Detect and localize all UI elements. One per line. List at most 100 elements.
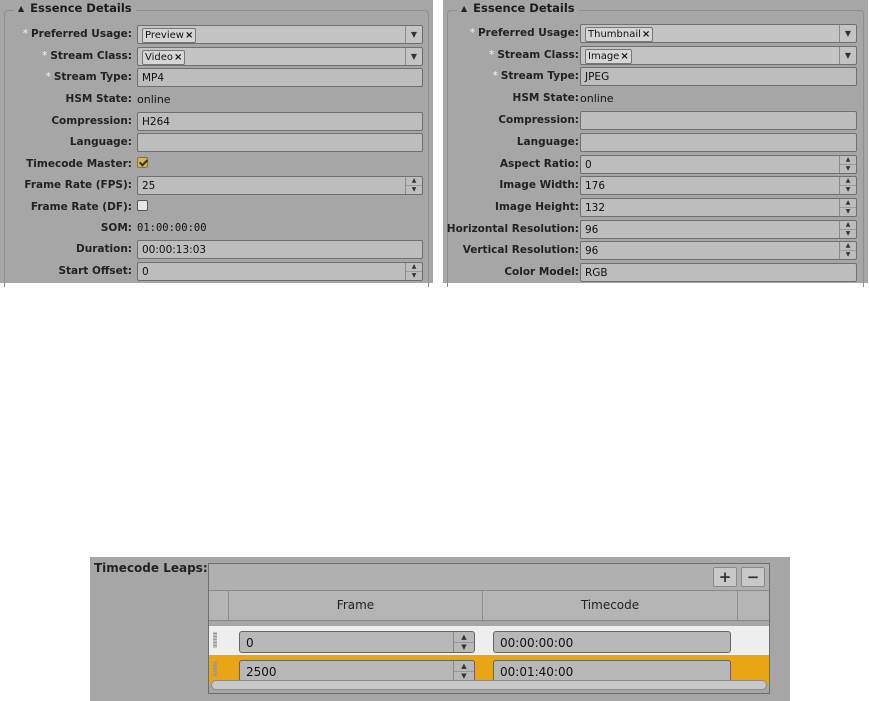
preferred-usage-row: * Preferred Usage: Preview× ▼ — [0, 25, 433, 45]
hsm-state-value: online — [580, 92, 614, 105]
spinner-arrows-icon[interactable]: ▲ ▼ — [453, 661, 474, 681]
image-width-spinner[interactable]: 176 ▲ ▼ — [580, 176, 857, 195]
required-marker: * — [22, 28, 28, 40]
handle-column-header — [209, 591, 228, 620]
hsm-state-row: HSM State: online — [0, 90, 433, 110]
spinner-arrows-icon[interactable]: ▲ ▼ — [839, 156, 856, 173]
horizontal-scrollbar[interactable] — [211, 680, 767, 690]
preferred-usage-token: Thumbnail× — [585, 27, 654, 42]
horizontal-resolution-row: Horizontal Resolution: 96 ▲ ▼ — [443, 220, 868, 240]
essence-details-panel-right: ▲ Essence Details * Preferred Usage: Thum… — [443, 0, 868, 287]
drag-handle-icon[interactable] — [213, 632, 217, 648]
color-model-field[interactable]: RGB — [580, 263, 857, 282]
section-title: Essence Details — [30, 1, 132, 15]
vertical-resolution-spinner[interactable]: 96 ▲ ▼ — [580, 241, 857, 260]
preferred-usage-combobox[interactable]: Preview× ▼ — [137, 25, 423, 44]
compression-field[interactable]: H264 — [137, 112, 423, 131]
timecode-master-checkbox[interactable] — [137, 157, 148, 168]
spinner-arrows-icon[interactable]: ▲ ▼ — [839, 242, 856, 259]
remove-leap-button[interactable]: − — [741, 567, 765, 587]
frame-rate-df-checkbox[interactable] — [137, 200, 148, 211]
image-height-spinner[interactable]: 132 ▲ ▼ — [580, 198, 857, 217]
chevron-down-icon[interactable]: ▼ — [839, 47, 856, 64]
spinner-arrows-icon[interactable]: ▲ ▼ — [405, 263, 422, 280]
spinner-arrows-icon[interactable]: ▲ ▼ — [839, 221, 856, 238]
stream-type-row: * Stream Type: MP4 — [0, 68, 433, 88]
add-leap-button[interactable]: + — [713, 567, 737, 587]
spinner-arrows-icon[interactable]: ▲ ▼ — [839, 199, 856, 216]
color-model-label: Color Model: — [504, 266, 579, 278]
stream-class-label: Stream Class: — [50, 50, 132, 62]
chevron-down-icon[interactable]: ▼ — [839, 25, 856, 42]
stream-type-field[interactable]: JPEG — [580, 67, 857, 86]
preferred-usage-combobox[interactable]: Thumbnail× ▼ — [580, 24, 857, 43]
x-icon[interactable]: × — [642, 29, 650, 40]
frame-spinner[interactable]: 0 ▲ ▼ — [239, 631, 475, 653]
x-icon[interactable]: × — [185, 30, 193, 41]
compression-field[interactable] — [580, 111, 857, 130]
horizontal-resolution-spinner[interactable]: 96 ▲ ▼ — [580, 220, 857, 239]
stream-class-row: * Stream Class: Image× ▼ — [443, 46, 868, 66]
essence-details-panel-left: ▲ Essence Details * Preferred Usage: Prev… — [0, 0, 433, 287]
image-width-row: Image Width: 176 ▲ ▼ — [443, 176, 868, 196]
timecode-field[interactable]: 00:00:00:00 — [493, 631, 731, 653]
chevron-down-icon[interactable]: ▼ — [405, 48, 422, 65]
chevron-down-icon[interactable]: ▼ — [405, 26, 422, 43]
color-model-row: Color Model: RGB — [443, 263, 868, 283]
start-offset-spinner[interactable]: 0 ▲ ▼ — [137, 262, 423, 281]
language-field[interactable] — [580, 133, 857, 152]
spacer-column-header — [737, 591, 769, 620]
duration-field[interactable]: 00:00:13:03 — [137, 240, 423, 259]
horizontal-resolution-label: Horizontal Resolution: — [446, 223, 579, 235]
stream-class-combobox[interactable]: Image× ▼ — [580, 46, 857, 65]
column-header-frame[interactable]: Frame — [228, 591, 482, 620]
language-label: Language: — [516, 136, 579, 148]
required-marker: * — [489, 49, 495, 61]
compression-label: Compression: — [498, 114, 579, 126]
stream-type-label: Stream Type: — [500, 70, 579, 82]
drag-handle-icon[interactable] — [213, 661, 217, 677]
stream-type-field[interactable]: MP4 — [137, 68, 423, 87]
frame-rate-spinner[interactable]: 25 ▲ ▼ — [137, 176, 423, 195]
timecode-leaps-label: Timecode Leaps: — [94, 561, 208, 575]
start-offset-label: Start Offset: — [58, 265, 132, 277]
essence-details-header[interactable]: ▲ Essence Details — [14, 1, 136, 15]
essence-details-header[interactable]: ▲ Essence Details — [457, 1, 579, 15]
timecode-field[interactable]: 00:01:40:00 — [493, 660, 731, 682]
som-value: 01:00:00:00 — [137, 222, 207, 234]
preferred-usage-label: Preferred Usage: — [477, 27, 579, 39]
spinner-arrows-icon[interactable]: ▲ ▼ — [839, 177, 856, 194]
frame-spinner[interactable]: 2500 ▲ ▼ — [239, 660, 475, 682]
timecode-master-label: Timecode Master: — [26, 158, 132, 170]
triangle-up-icon[interactable]: ▲ — [18, 4, 24, 13]
language-row: Language: — [443, 133, 868, 153]
x-icon[interactable]: × — [174, 52, 182, 63]
triangle-up-icon[interactable]: ▲ — [461, 4, 467, 13]
stream-class-combobox[interactable]: Video× ▼ — [137, 47, 423, 66]
aspect-ratio-label: Aspect Ratio: — [499, 158, 579, 170]
language-field[interactable] — [137, 133, 423, 152]
x-icon[interactable]: × — [620, 51, 628, 62]
compression-row: Compression: H264 — [0, 112, 433, 132]
duration-label: Duration: — [76, 243, 132, 255]
aspect-ratio-row: Aspect Ratio: 0 ▲ ▼ — [443, 155, 868, 175]
frame-rate-df-row: Frame Rate (DF): — [0, 198, 433, 218]
stream-class-row: * Stream Class: Video× ▼ — [0, 47, 433, 67]
required-marker: * — [45, 71, 51, 83]
hsm-state-value: online — [137, 93, 171, 106]
compression-label: Compression: — [51, 115, 132, 127]
hsm-state-row: HSM State: online — [443, 89, 868, 109]
aspect-ratio-spinner[interactable]: 0 ▲ ▼ — [580, 155, 857, 174]
required-marker: * — [42, 50, 48, 62]
spinner-arrows-icon[interactable]: ▲ ▼ — [405, 177, 422, 194]
vertical-resolution-row: Vertical Resolution: 96 ▲ ▼ — [443, 241, 868, 261]
column-header-timecode[interactable]: Timecode — [482, 591, 737, 620]
section-title: Essence Details — [473, 1, 575, 15]
preferred-usage-token: Preview× — [142, 28, 197, 43]
som-row: SOM: 01:00:00:00 — [0, 219, 433, 239]
language-label: Language: — [69, 136, 132, 148]
table-row[interactable]: 0 ▲ ▼ 00:00:00:00 — [209, 626, 769, 655]
image-width-label: Image Width: — [499, 179, 579, 191]
spinner-arrows-icon[interactable]: ▲ ▼ — [453, 632, 474, 652]
stream-class-token: Image× — [585, 49, 632, 64]
